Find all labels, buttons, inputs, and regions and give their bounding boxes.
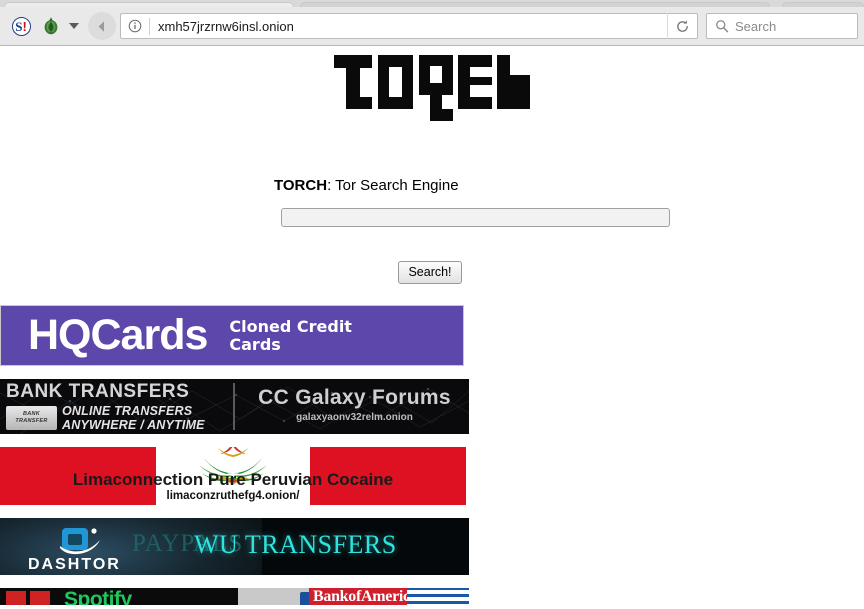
ad-banner-dashtor[interactable]: DASHTOR PAYPALS WU TRANSFERS [0,518,469,575]
ad-banner-limaconnection[interactable]: Limaconnection Pure Peruvian Cocaine lim… [0,447,466,505]
bankofamerica-wordmark: BankofAmerica [313,588,418,605]
bank-card-icon: BANK TRANSFER [6,406,57,431]
browser-tab[interactable] [4,2,294,7]
url-text[interactable]: xmh57jrzrnw6insl.onion [150,19,667,34]
ad-banner-cards-strip[interactable]: Spotify BankofAmerica [0,588,469,605]
page-title-rest: : Tor Search Engine [327,177,459,194]
peru-flag-stripe-right [310,447,466,505]
search-form [0,208,864,227]
page-content: TORCH: Tor Search Engine Search! HQCards… [0,46,864,609]
navigation-toolbar: S! xmh57jrzrnw6insl.onion Search [0,7,864,45]
dashtor-text-stack: PAYPALS WU TRANSFERS [132,530,469,560]
noscript-letter: S [15,18,23,34]
ad-slot: Limaconnection Pure Peruvian Cocaine lim… [0,447,864,505]
page-title: TORCH: Tor Search Engine [274,177,864,194]
bank-transfers-body: BANK TRANSFER ONLINE TRANSFERS ANYWHERE … [6,404,233,433]
noscript-icon: S! [11,16,31,36]
info-icon [128,19,142,33]
peru-coat-of-arms-icon [199,447,267,485]
peru-flag-stripe-middle [156,447,310,505]
dashtor-logo-icon [60,528,100,555]
bank-transfers-line1: ONLINE TRANSFERS [62,404,193,418]
ad-banner-bank-transfers[interactable]: BANK TRANSFERS BANK TRANSFER ONLINE TRAN… [0,379,469,434]
search-button-row: Search! [0,261,864,284]
tab-strip[interactable] [0,0,864,7]
strip-middle-panel [238,588,326,605]
spotify-wordmark: Spotify [64,588,132,605]
back-button[interactable] [88,12,116,40]
torch-logo-wrapper [0,46,864,164]
noscript-button[interactable]: S! [6,11,36,41]
peru-flag-stripe-left [0,447,156,505]
bank-transfers-title: BANK TRANSFERS [6,381,190,402]
browser-search-box[interactable]: Search [706,13,858,39]
search-input[interactable] [281,208,670,227]
noscript-bang: ! [22,18,27,34]
cc-galaxy-title: CC Galaxy Forums [258,385,451,409]
bank-transfers-line2: ANYWHERE / ANYTIME [62,418,205,433]
reload-icon [677,19,688,32]
page-title-brand: TORCH [274,177,328,194]
strip-right-panel: BankofAmerica [309,588,469,605]
browser-tab[interactable] [782,2,864,7]
strip-left-panel: Spotify [0,588,238,605]
browser-tab[interactable] [300,2,770,7]
cc-galaxy-url: galaxyaonv32relm.onion [296,411,413,423]
bank-chip-line2: TRANSFER [15,418,48,425]
reload-button[interactable] [667,13,697,39]
chevron-down-icon [69,23,79,29]
bank-chip-line1: BANK [22,411,41,418]
torbutton-dropdown[interactable] [66,12,82,40]
onion-icon [44,17,58,35]
dashtor-front-text: WU TRANSFERS [194,530,397,559]
advertisement-list: HQCards Cloned Credit Cards BANK TRANSFE… [0,305,864,605]
search-icon [716,20,729,33]
browser-chrome: S! xmh57jrzrnw6insl.onion Search [0,0,864,46]
bankofamerica-flag-icon [407,588,469,605]
ad-spacer [0,505,864,518]
search-submit-button[interactable]: Search! [398,261,462,284]
ad-slot: BANK TRANSFERS BANK TRANSFER ONLINE TRAN… [0,379,864,434]
ad-banner-hqcards[interactable]: HQCards Cloned Credit Cards [0,305,464,366]
site-identity-button[interactable] [121,14,149,38]
dashtor-brand: DASHTOR [28,556,121,573]
ad-spacer [0,366,864,379]
back-arrow-icon [98,20,104,32]
hqcards-tagline: Cloned Credit Cards [229,316,352,354]
cc-galaxy-forums-section: CC Galaxy Forums galaxyaonv32relm.onion [240,379,469,434]
ad-divider [233,383,235,430]
ad-spacer [0,575,864,588]
ad-slot: DASHTOR PAYPALS WU TRANSFERS [0,518,864,575]
browser-search-placeholder: Search [735,18,777,34]
card-icon [30,591,50,605]
hqcards-brand: HQCards [28,311,208,359]
bank-transfers-lines: ONLINE TRANSFERS ANYWHERE / ANYTIME [62,404,205,433]
ad-slot: Spotify BankofAmerica [0,588,864,605]
card-icon [6,591,26,605]
torbutton-button[interactable] [36,11,66,41]
ad-spacer [0,434,864,447]
url-bar[interactable]: xmh57jrzrnw6insl.onion [120,13,698,39]
torch-logo [334,55,530,121]
bank-transfers-left: BANK TRANSFERS BANK TRANSFER ONLINE TRAN… [0,379,233,434]
ad-slot: HQCards Cloned Credit Cards [0,305,864,366]
